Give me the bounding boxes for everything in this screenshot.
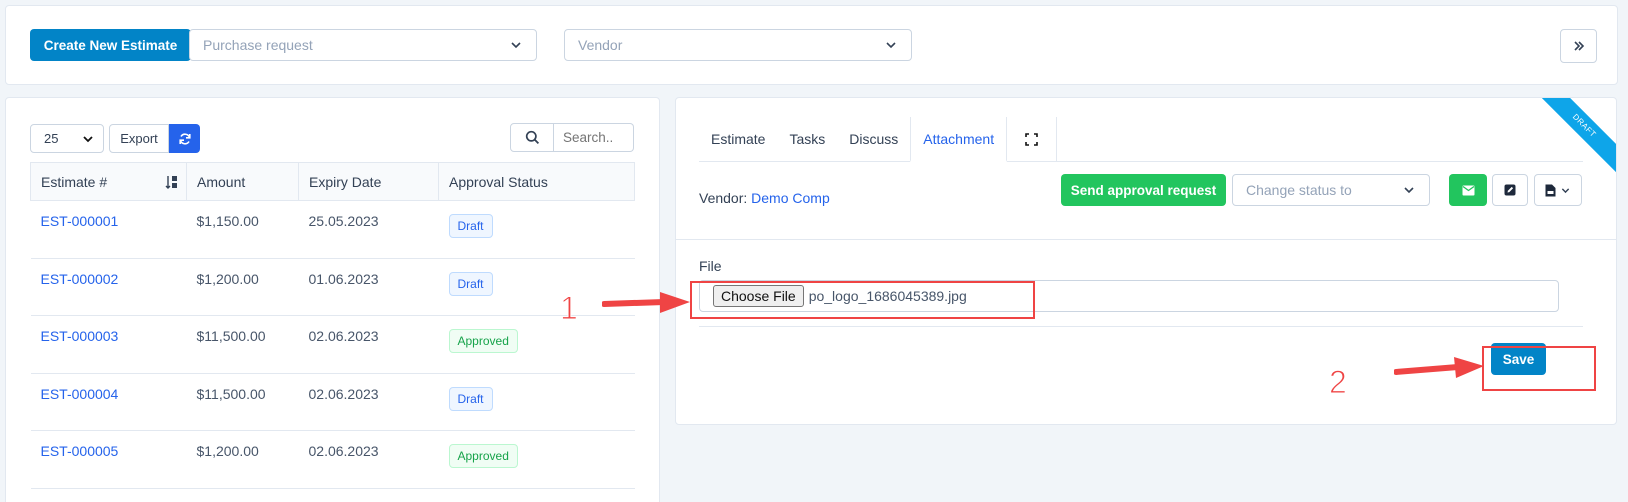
- table-row[interactable]: EST-000004 $11,500.00 02.06.2023 Draft: [30, 373, 635, 431]
- email-button[interactable]: [1449, 174, 1487, 206]
- fullscreen-tab[interactable]: [1007, 117, 1058, 162]
- chevron-down-icon: [1404, 187, 1414, 194]
- pdf-menu-button[interactable]: [1534, 174, 1582, 206]
- amount-cell: $1,150.00: [186, 200, 299, 259]
- column-header-amount[interactable]: Amount: [186, 162, 299, 201]
- table-row[interactable]: EST-000002 $1,200.00 01.06.2023 Draft: [30, 258, 635, 316]
- tab-discuss[interactable]: Discuss: [837, 117, 910, 162]
- annotation-arrow-2: [1394, 357, 1484, 378]
- annotation-arrow-1: [602, 292, 690, 313]
- estimates-table: Estimate # Amount Expiry Date Approval S…: [30, 162, 635, 489]
- estimate-number-link[interactable]: EST-000002: [41, 271, 119, 287]
- annotation-box-save: [1482, 346, 1596, 391]
- search-icon: [525, 130, 539, 145]
- sort-icon[interactable]: [165, 175, 178, 190]
- column-header-approval-status[interactable]: Approval Status: [438, 162, 635, 201]
- status-badge: Draft: [448, 271, 493, 296]
- chevron-down-icon: [511, 42, 521, 49]
- status-badge: Draft: [448, 214, 493, 238]
- chevron-down-icon: [886, 42, 896, 49]
- table-row[interactable]: EST-000001 $1,150.00 25.05.2023 Draft: [30, 200, 635, 259]
- purchase-request-select[interactable]: Purchase request: [189, 29, 537, 61]
- refresh-icon: [178, 132, 191, 145]
- tab-tasks[interactable]: Tasks: [777, 117, 837, 162]
- envelope-icon: [1462, 185, 1474, 195]
- fullscreen-icon: [1025, 133, 1038, 146]
- section-divider: [676, 239, 1616, 240]
- amount-cell: $11,500.00: [186, 315, 299, 374]
- tab-estimate[interactable]: Estimate: [699, 117, 777, 162]
- detail-tabs: Estimate Tasks Discuss Attachment: [699, 117, 1583, 162]
- edit-button[interactable]: [1492, 174, 1528, 206]
- estimate-number-link[interactable]: EST-000005: [41, 443, 119, 459]
- form-divider: [699, 326, 1583, 327]
- vendor-select[interactable]: Vendor: [564, 29, 912, 61]
- purchase-request-placeholder: Purchase request: [203, 37, 313, 53]
- tab-attachment[interactable]: Attachment: [910, 117, 1008, 162]
- double-chevron-right-icon: [1573, 41, 1584, 51]
- per-page-select[interactable]: 25: [30, 124, 104, 153]
- column-header-expiry-date[interactable]: Expiry Date: [298, 162, 439, 201]
- amount-cell: $1,200.00: [186, 258, 299, 316]
- toggle-panel-button[interactable]: [1560, 29, 1597, 63]
- vendor-link[interactable]: Demo Comp: [751, 190, 830, 206]
- chevron-down-icon: [1561, 187, 1570, 193]
- annotation-box-file: [690, 281, 1035, 319]
- refresh-button[interactable]: [169, 124, 200, 153]
- search-input[interactable]: [554, 123, 634, 152]
- table-row[interactable]: EST-000005 $1,200.00 02.06.2023 Approved: [30, 430, 635, 489]
- change-status-select[interactable]: Change status to: [1232, 174, 1430, 206]
- amount-cell: $1,200.00: [186, 430, 299, 489]
- annotation-number-2: 2: [1329, 364, 1348, 401]
- expiry-date-cell: 02.06.2023: [298, 373, 439, 431]
- table-header-row: Estimate # Amount Expiry Date Approval S…: [30, 162, 635, 201]
- change-status-placeholder: Change status to: [1246, 182, 1352, 198]
- pdf-file-icon: [1545, 184, 1556, 196]
- expiry-date-cell: 25.05.2023: [298, 200, 439, 259]
- table-row[interactable]: EST-000003 $11,500.00 02.06.2023 Approve…: [30, 315, 635, 374]
- vendor-placeholder: Vendor: [578, 37, 623, 53]
- status-badge: Approved: [448, 444, 518, 468]
- chevron-down-icon: [83, 135, 93, 142]
- file-label: File: [699, 258, 722, 274]
- estimate-number-link[interactable]: EST-000003: [41, 328, 119, 344]
- per-page-value: 25: [44, 131, 59, 146]
- estimate-number-link[interactable]: EST-000004: [41, 386, 119, 402]
- annotation-number-1: 1: [560, 290, 579, 327]
- search-button[interactable]: [510, 123, 554, 152]
- top-toolbar: Create New Estimate Purchase request Ven…: [5, 5, 1618, 85]
- column-header-estimate[interactable]: Estimate #: [30, 162, 187, 201]
- vendor-line: Vendor: Demo Comp: [699, 190, 830, 206]
- create-new-estimate-button[interactable]: Create New Estimate: [30, 29, 191, 61]
- vendor-label: Vendor:: [699, 190, 748, 206]
- amount-cell: $11,500.00: [186, 373, 299, 431]
- expiry-date-cell: 02.06.2023: [298, 430, 439, 489]
- status-badge: Approved: [448, 329, 518, 353]
- edit-icon: [1504, 184, 1516, 196]
- expiry-date-cell: 02.06.2023: [298, 315, 439, 374]
- expiry-date-cell: 01.06.2023: [298, 258, 439, 316]
- export-button[interactable]: Export: [109, 124, 169, 153]
- send-approval-request-button[interactable]: Send approval request: [1061, 174, 1226, 206]
- estimate-number-link[interactable]: EST-000001: [41, 213, 119, 229]
- status-badge: Draft: [448, 386, 493, 411]
